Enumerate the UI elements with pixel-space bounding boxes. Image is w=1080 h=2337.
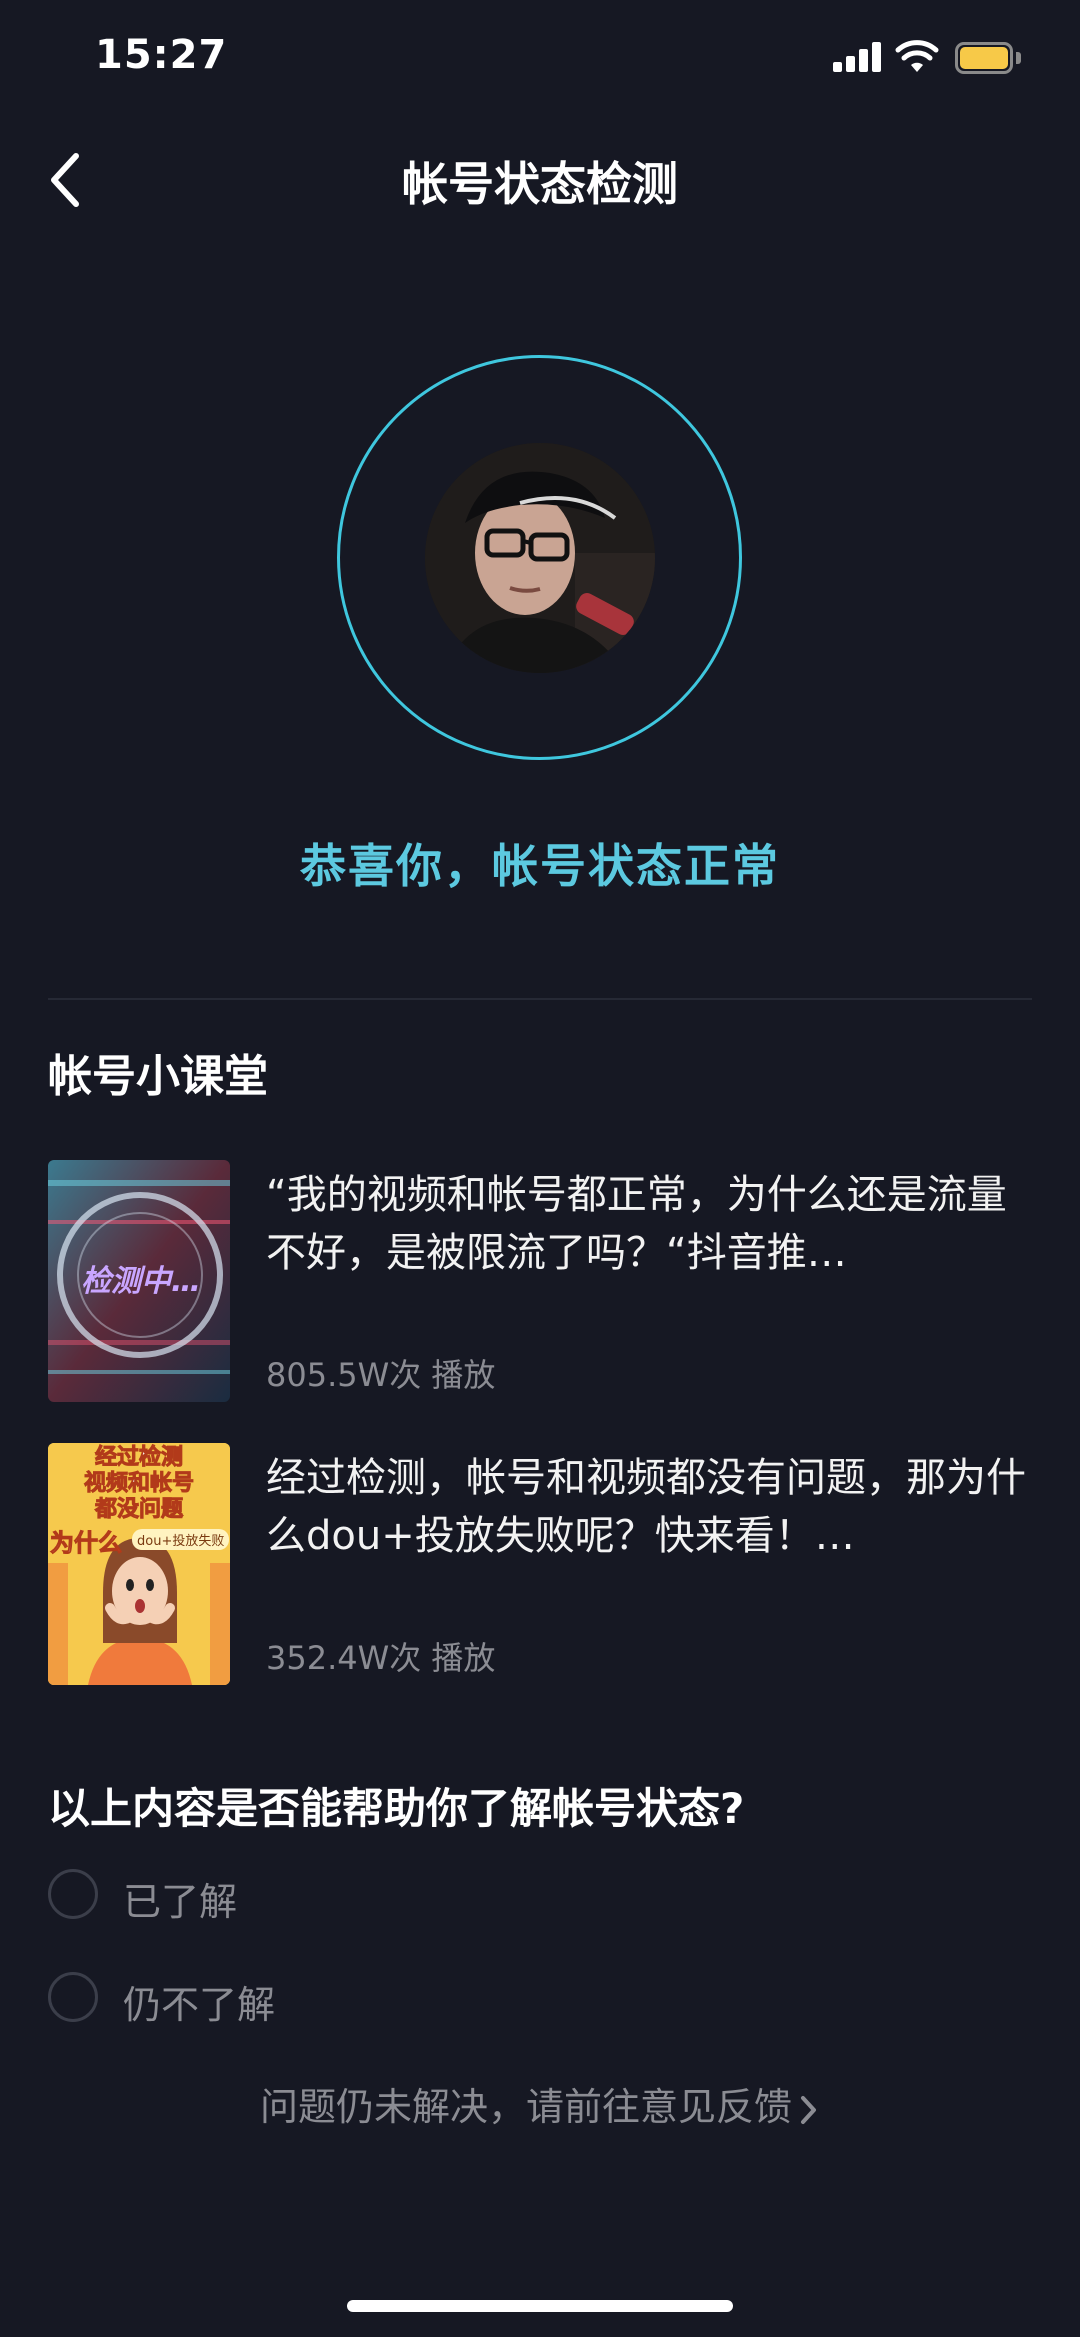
status-message: 恭喜你，帐号状态正常 <box>300 839 780 893</box>
status-time: 15:27 <box>95 32 228 78</box>
thumbnail-line: 都没问题 <box>94 1497 183 1523</box>
classroom-title: 帐号小课堂 <box>48 1051 268 1102</box>
page-title: 帐号状态检测 <box>402 157 678 211</box>
divider <box>48 998 1032 1000</box>
course-item[interactable]: 经过检测 视频和帐号 都没问题 为什么 dou+投放失败 经过检测，帐号和视频都… <box>48 1443 1032 1685</box>
feedback-link[interactable]: 问题仍未解决，请前往意见反馈 <box>0 2076 1080 2131</box>
option-label: 仍不了解 <box>123 1983 276 2027</box>
course-views: 352.4W次 播放 <box>266 1639 496 1677</box>
thumbnail-label: 检测中… <box>81 1264 201 1299</box>
video-thumbnail: 经过检测 视频和帐号 都没问题 为什么 dou+投放失败 <box>48 1443 230 1685</box>
option-label: 已了解 <box>123 1880 238 1924</box>
radio-button[interactable] <box>48 1972 98 2022</box>
thumbnail-why: 为什么 <box>50 1529 123 1558</box>
course-title: 经过检测，帐号和视频都没有问题，那为什么dou+投放失败呢？快来看！… <box>266 1455 1026 1559</box>
home-indicator <box>347 2300 733 2312</box>
battery-icon <box>955 42 1021 74</box>
chevron-right-icon <box>801 2095 816 2124</box>
course-views: 805.5W次 播放 <box>266 1356 496 1394</box>
video-thumbnail: 检测中… <box>48 1160 230 1402</box>
option-understood[interactable]: 已了解 <box>48 1867 448 1924</box>
thumbnail-badge: dou+投放失败 <box>132 1529 230 1550</box>
option-not-understood[interactable]: 仍不了解 <box>48 1970 448 2027</box>
survey-question: 以上内容是否能帮助你了解帐号状态? <box>48 1784 745 1833</box>
signal-icon <box>833 42 883 72</box>
wifi-icon <box>895 40 939 72</box>
course-title: “我的视频和帐号都正常，为什么还是流量不好，是被限流了吗？“抖音推… <box>266 1172 1007 1276</box>
avatar <box>425 443 655 673</box>
feedback-label: 问题仍未解决，请前往意见反馈 <box>259 2085 792 2129</box>
status-bar: 15:27 <box>0 0 1080 120</box>
course-item[interactable]: 检测中… “我的视频和帐号都正常，为什么还是流量不好，是被限流了吗？“抖音推… … <box>48 1160 1032 1402</box>
radio-button[interactable] <box>48 1869 98 1919</box>
